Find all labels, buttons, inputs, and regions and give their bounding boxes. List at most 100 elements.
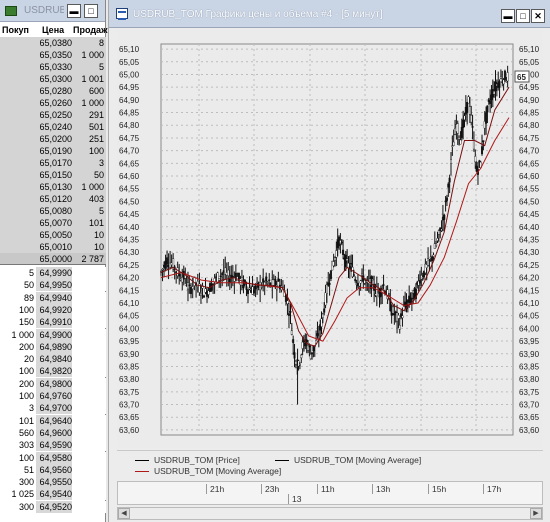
candle-body	[161, 269, 164, 271]
ask-row[interactable]: 65,0190 100	[0, 145, 106, 157]
bid-row[interactable]: 303 64,9590	[0, 439, 106, 452]
time-axis[interactable]: 21h 23h 11h 13h 15h 17h 13	[117, 481, 543, 505]
bid-row[interactable]: 200 64,9800	[0, 377, 106, 390]
ask-row[interactable]: 65,0280 600	[0, 85, 106, 97]
price-cell: 64,9990	[36, 267, 72, 279]
y-tick-left: 64,55	[119, 185, 140, 194]
chart-window[interactable]: USDRUB_TOM Графики цены и объема #4 - [5…	[108, 0, 550, 522]
bid-row[interactable]: 50 64,9950	[0, 279, 106, 292]
legend-label: USDRUB_TOM [Moving Average]	[154, 466, 282, 476]
ask-row[interactable]: 65,0240 501	[0, 121, 106, 133]
y-tick-right: 64,25	[519, 261, 540, 270]
maximize-icon[interactable]: □	[84, 4, 98, 18]
ask-row[interactable]: 65,0330 5	[0, 61, 106, 73]
candle-body	[344, 254, 347, 268]
bid-row[interactable]: 101 64,9640	[0, 414, 106, 427]
bid-row[interactable]: 100 64,9580	[0, 451, 106, 464]
y-tick-left: 63,60	[119, 426, 140, 435]
bid-row[interactable]: 1 025 64,9540	[0, 488, 106, 501]
bid-row[interactable]: 200 64,9890	[0, 340, 106, 353]
ask-row[interactable]: 65,0260 1 000	[0, 97, 106, 109]
ask-row[interactable]: 65,0010 10	[0, 241, 106, 253]
ask-row[interactable]: 65,0080 5	[0, 205, 106, 217]
candle-body	[219, 275, 222, 278]
price-cell: 64,9920	[36, 303, 72, 316]
candle-body	[359, 280, 362, 284]
ask-row[interactable]: 65,0050 10	[0, 229, 106, 241]
price-cell: 65,0200	[39, 134, 72, 144]
candle-body	[332, 261, 335, 267]
bid-row[interactable]: 5 64,9990	[0, 267, 106, 279]
y-tick-right: 64,50	[519, 197, 540, 206]
candle-body	[325, 284, 328, 294]
candle-body	[468, 106, 471, 115]
bid-row[interactable]: 20 64,9840	[0, 353, 106, 366]
candle-body	[316, 333, 319, 336]
chart-titlebar[interactable]: USDRUB_TOM Графики цены и объема #4 - [5…	[109, 0, 550, 28]
candle-body	[466, 101, 469, 113]
candle-body	[266, 282, 269, 284]
bid-row[interactable]: 300 64,9550	[0, 476, 106, 489]
y-tick-right: 64,60	[519, 172, 540, 181]
candle-body	[472, 140, 475, 150]
candle-body	[340, 241, 343, 244]
ask-row[interactable]: 65,0170 3	[0, 157, 106, 169]
candle-body	[248, 287, 251, 290]
bid-row[interactable]: 100 64,9760	[0, 390, 106, 402]
bid-row[interactable]: 3 64,9700	[0, 402, 106, 415]
candle-body	[298, 363, 301, 366]
candle-body	[218, 278, 221, 281]
candle-body	[202, 295, 205, 298]
bid-row[interactable]: 100 64,9820	[0, 365, 106, 378]
minimize-icon[interactable]: ▬	[501, 9, 515, 23]
ask-row[interactable]: 65,0000 2 787	[0, 253, 106, 265]
candle-body	[328, 282, 331, 285]
bid-row[interactable]: 1 000 64,9900	[0, 328, 106, 341]
sell-cell: 10	[93, 230, 104, 240]
candle-body	[287, 313, 290, 316]
ask-row[interactable]: 65,0380 8	[0, 37, 106, 49]
ask-row[interactable]: 65,0120 403	[0, 193, 106, 205]
ask-row[interactable]: 65,0300 1 001	[0, 73, 106, 85]
sell-cell: 3	[98, 158, 104, 168]
minimize-icon[interactable]: ▬	[67, 4, 81, 18]
sell-cell: 403	[88, 194, 104, 204]
price-cell: 65,0240	[39, 122, 72, 132]
price-cell: 64,9640	[36, 414, 72, 427]
order-book-titlebar[interactable]: USDRUB_TOM ▬ □	[0, 0, 105, 22]
scroll-right-icon[interactable]: ▶	[530, 508, 542, 519]
buy-cell: 3	[0, 402, 34, 415]
bid-row[interactable]: 100 64,9920	[0, 303, 106, 316]
candle-body	[462, 119, 465, 128]
candle-body	[329, 270, 332, 279]
chart-svg[interactable]: 65,1065,1065,0565,0565,0065,0064,9564,95…	[117, 30, 543, 448]
price-cell: 64,9890	[36, 340, 72, 353]
ask-row[interactable]: 65,0070 101	[0, 217, 106, 229]
buy-cell: 303	[0, 439, 34, 452]
y-tick-right: 63,80	[519, 375, 540, 384]
candle-body	[166, 257, 169, 265]
bid-row[interactable]: 300 64,9520	[0, 500, 106, 513]
price-chart[interactable]: 65,1065,1065,0565,0565,0065,0064,9564,95…	[117, 30, 543, 448]
ask-row[interactable]: 65,0350 1 000	[0, 49, 106, 61]
y-tick-left: 64,10	[119, 299, 140, 308]
bid-row[interactable]: 560 64,9600	[0, 426, 106, 439]
buy-cell: 50	[0, 279, 34, 292]
bid-row[interactable]: 89 64,9940	[0, 291, 106, 304]
scroll-left-icon[interactable]: ◀	[118, 508, 130, 519]
close-icon[interactable]: ✕	[531, 9, 545, 23]
maximize-icon[interactable]: □	[516, 9, 530, 23]
horizontal-scrollbar[interactable]: ◀ ▶	[117, 507, 543, 520]
ask-row[interactable]: 65,0130 1 000	[0, 181, 106, 193]
y-tick-left: 64,00	[119, 324, 140, 333]
ask-row[interactable]: 65,0200 251	[0, 133, 106, 145]
ask-row[interactable]: 65,0150 50	[0, 169, 106, 181]
ask-row[interactable]: 65,0250 291	[0, 109, 106, 121]
bid-row[interactable]: 150 64,9910	[0, 316, 106, 329]
candle-body	[289, 311, 292, 313]
y-tick-left: 64,30	[119, 248, 140, 257]
order-book-window[interactable]: USDRUB_TOM ▬ □ Покуп Цена Продаж 65,0380…	[0, 0, 107, 522]
bid-row[interactable]: 51 64,9560	[0, 463, 106, 476]
candle-body	[371, 278, 374, 281]
candle-body	[392, 306, 395, 314]
